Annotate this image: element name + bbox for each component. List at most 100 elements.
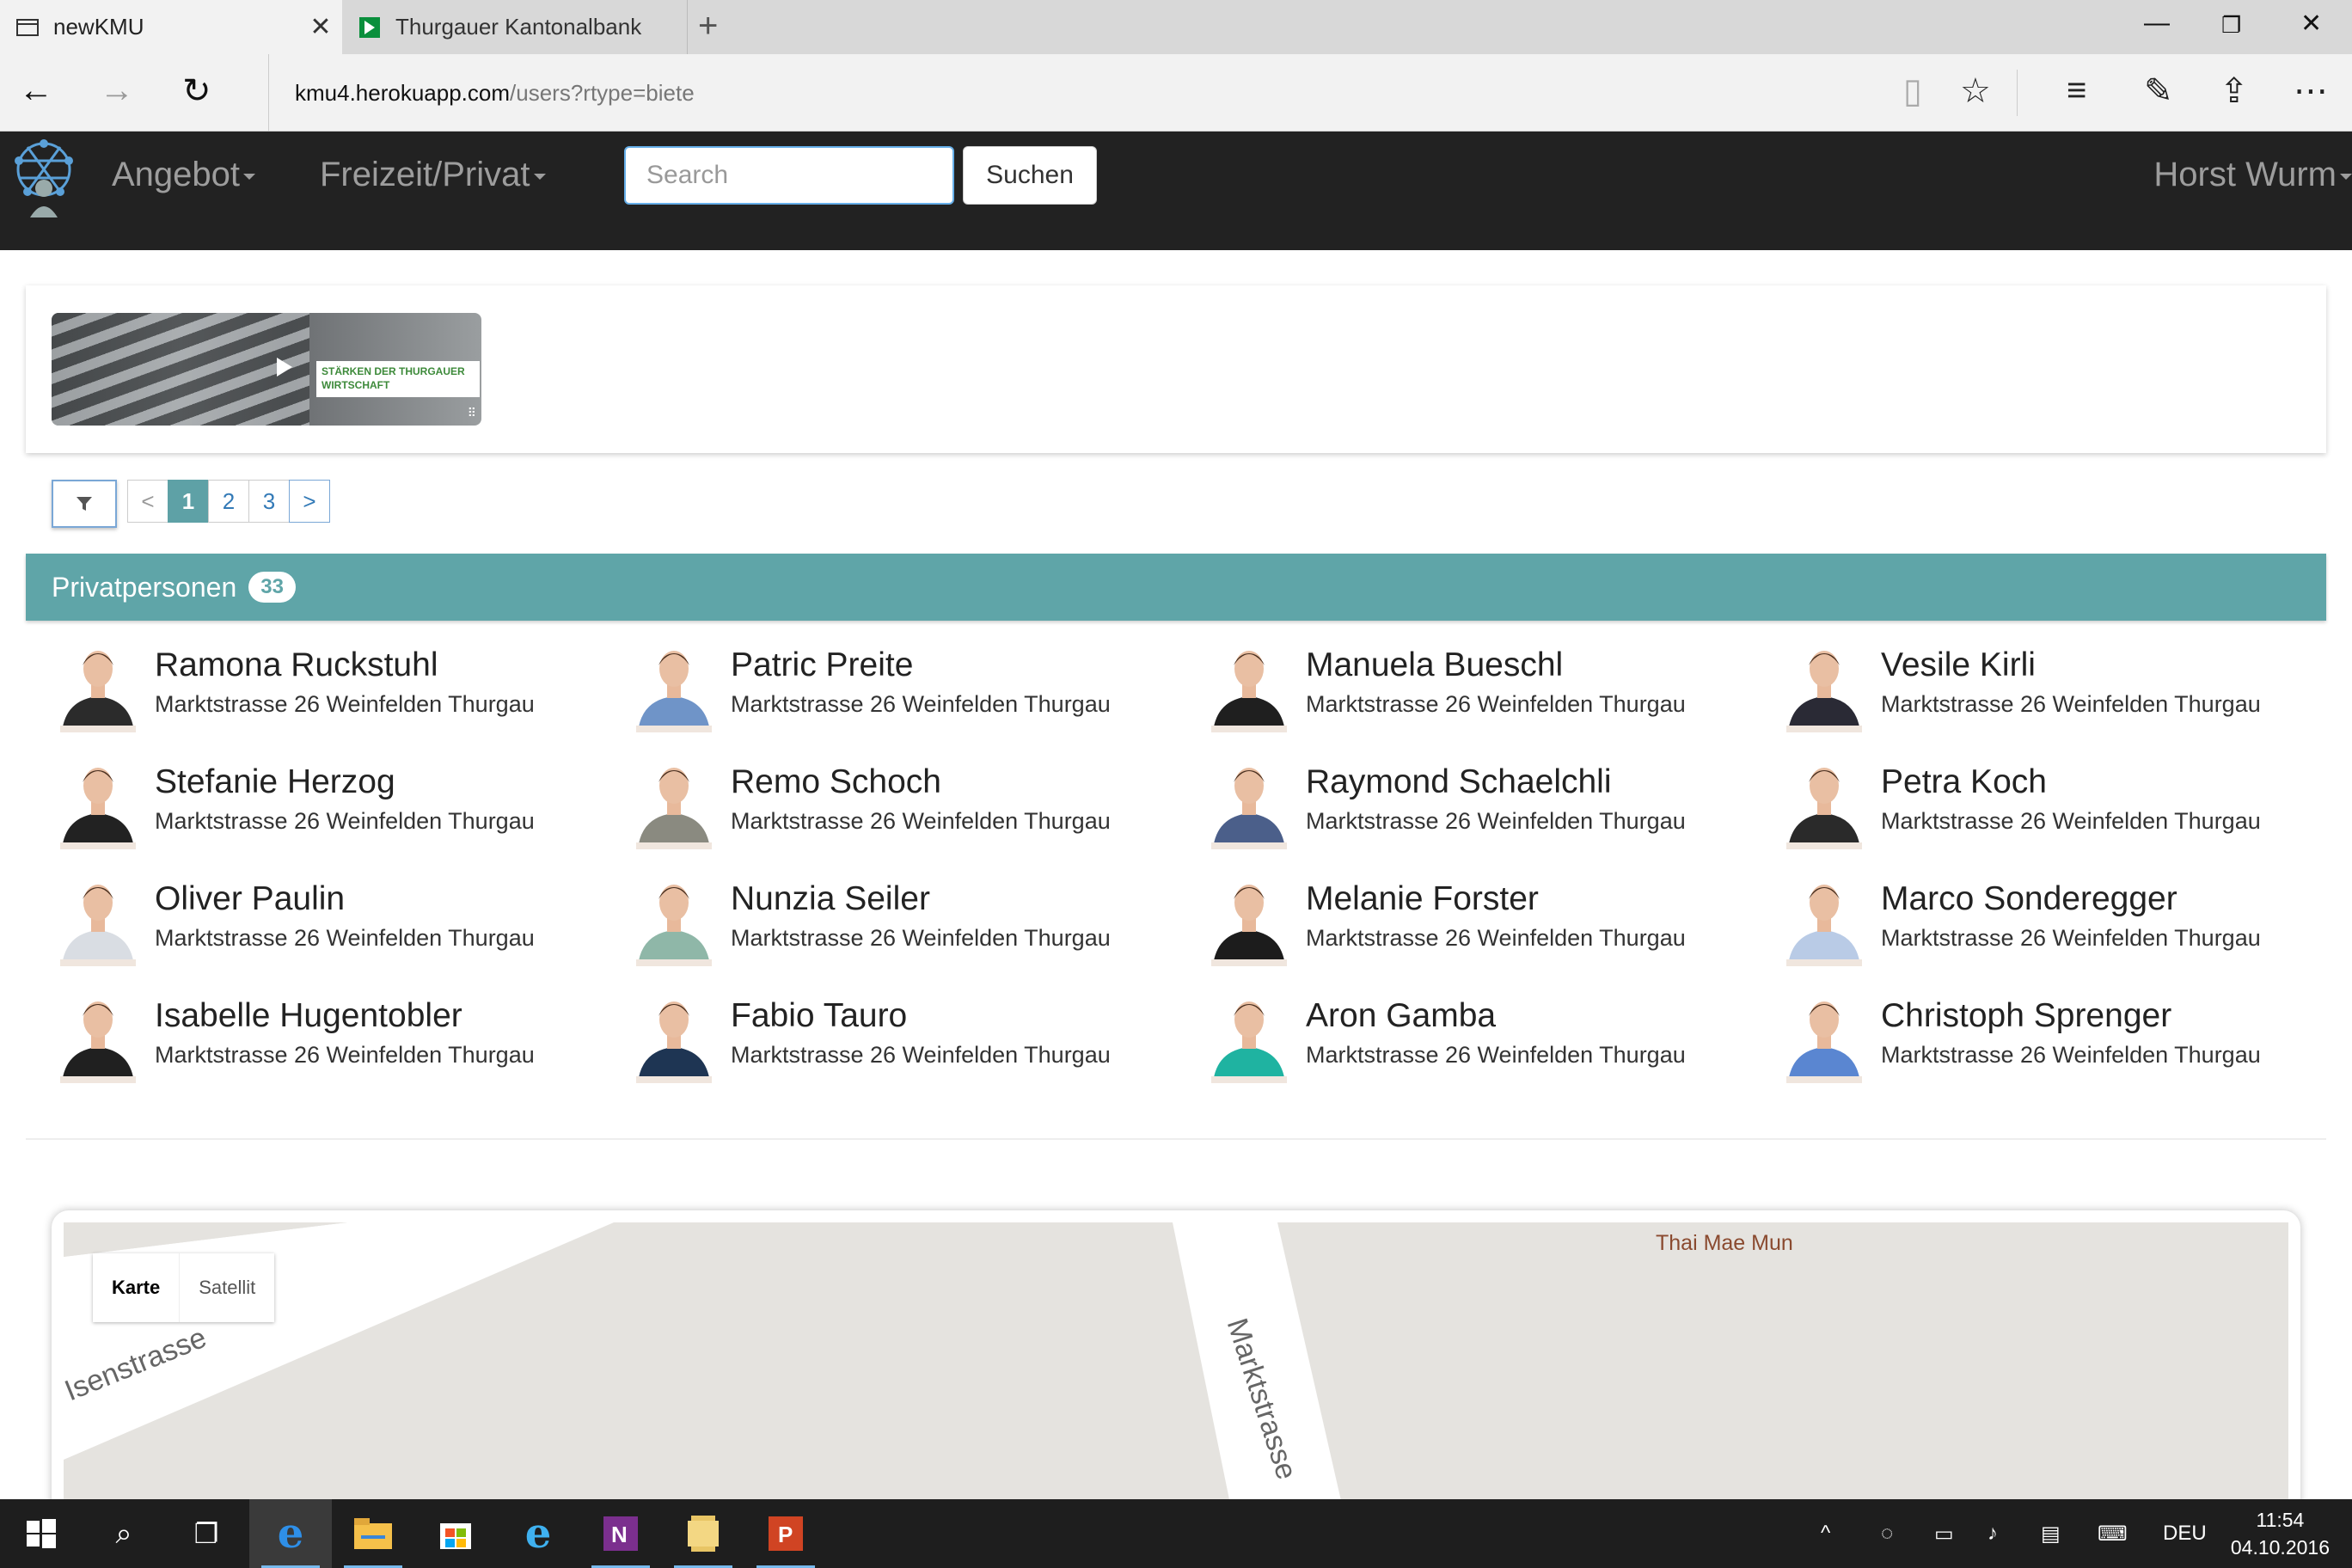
person-name[interactable]: Isabelle Hugentobler	[155, 997, 462, 1035]
person-name[interactable]: Raymond Schaelchli	[1306, 763, 1612, 801]
person-name[interactable]: Nunzia Seiler	[731, 880, 930, 918]
person-name[interactable]: Vesile Kirli	[1881, 646, 2036, 684]
back-icon[interactable]: ←	[19, 71, 53, 110]
page-prev[interactable]: <	[127, 480, 168, 523]
video-banner[interactable]: STÄRKEN DER THURGAUER WIRTSCHAFT ⠿	[52, 313, 481, 426]
person-name[interactable]: Oliver Paulin	[155, 880, 345, 918]
file-explorer-icon[interactable]	[332, 1499, 414, 1568]
language-indicator[interactable]: DEU	[2163, 1499, 2207, 1568]
reading-view-icon[interactable]: ▯	[1903, 71, 1922, 111]
keyboard-icon[interactable]: ⌨	[2098, 1499, 2128, 1568]
person-card[interactable]: Remo Schoch Marktstrasse 26 Weinfelden Th…	[602, 738, 1169, 849]
forward-icon[interactable]: →	[100, 71, 134, 110]
search-input[interactable]	[624, 146, 954, 205]
person-card[interactable]: Ramona Ruckstuhl Marktstrasse 26 Weinfeld…	[26, 621, 593, 732]
clock[interactable]: 11:54 04.10.2016	[2231, 1506, 2330, 1561]
tab-newkmu[interactable]: newKMU ✕	[0, 0, 342, 54]
person-card[interactable]: Raymond Schaelchli Marktstrasse 26 Weinfe…	[1177, 738, 1744, 849]
search-button[interactable]: Suchen	[963, 146, 1097, 205]
person-card[interactable]: Petra Koch Marktstrasse 26 Weinfelden Thu…	[1752, 738, 2319, 849]
edge-icon[interactable]: e	[249, 1499, 332, 1568]
person-name[interactable]: Manuela Bueschl	[1306, 646, 1563, 684]
person-name[interactable]: Aron Gamba	[1306, 997, 1496, 1035]
network-logo-icon[interactable]	[2, 135, 86, 219]
volume-icon[interactable]: ♪	[1988, 1499, 1998, 1568]
person-name[interactable]: Patric Preite	[731, 646, 913, 684]
avatar[interactable]	[633, 760, 715, 849]
page-next[interactable]: >	[289, 480, 330, 523]
share-icon[interactable]: ⇪	[2220, 71, 2249, 111]
avatar[interactable]	[633, 994, 715, 1083]
person-card[interactable]: Manuela Bueschl Marktstrasse 26 Weinfelde…	[1177, 621, 1744, 732]
avatar[interactable]	[57, 760, 139, 849]
avatar[interactable]	[1783, 877, 1865, 966]
action-center-icon[interactable]: ▤	[2041, 1499, 2061, 1568]
poi-label[interactable]: Thai Mae Mun	[1656, 1231, 1793, 1256]
person-card[interactable]: Isabelle Hugentobler Marktstrasse 26 Wein…	[26, 971, 593, 1083]
nav-angebot[interactable]: Angebot	[112, 156, 256, 194]
person-card[interactable]: Patric Preite Marktstrasse 26 Weinfelden …	[602, 621, 1169, 732]
page-1[interactable]: 1	[168, 480, 209, 523]
person-card[interactable]: Fabio Tauro Marktstrasse 26 Weinfelden Th…	[602, 971, 1169, 1083]
person-name[interactable]: Petra Koch	[1881, 763, 2047, 801]
close-tab-icon[interactable]: ✕	[299, 12, 342, 42]
person-name[interactable]: Fabio Tauro	[731, 997, 907, 1035]
internet-explorer-icon[interactable]: e	[497, 1499, 579, 1568]
avatar[interactable]	[1208, 643, 1290, 732]
task-view-icon[interactable]: ❐	[165, 1499, 248, 1568]
page-3[interactable]: 3	[248, 480, 290, 523]
avatar[interactable]	[1783, 994, 1865, 1083]
search-icon[interactable]: ⌕	[83, 1499, 165, 1568]
person-name[interactable]: Melanie Forster	[1306, 880, 1539, 918]
store-icon[interactable]	[414, 1499, 497, 1568]
page-2[interactable]: 2	[208, 480, 249, 523]
folder-icon[interactable]	[662, 1499, 744, 1568]
avatar[interactable]	[633, 877, 715, 966]
play-icon[interactable]	[277, 358, 292, 377]
more-icon[interactable]: ⋯	[2294, 71, 2328, 111]
person-card[interactable]: Marco Sonderegger Marktstrasse 26 Weinfel…	[1752, 854, 2319, 966]
new-tab-icon[interactable]: +	[698, 7, 718, 46]
url-field[interactable]: kmu4.herokuapp.com/users?rtype=biete	[268, 54, 695, 132]
expand-icon[interactable]: ⠿	[468, 406, 476, 420]
map-type-karte[interactable]: Karte	[93, 1253, 181, 1322]
person-card[interactable]: Christoph Sprenger Marktstrasse 26 Weinfe…	[1752, 971, 2319, 1083]
avatar[interactable]	[57, 643, 139, 732]
restore-icon[interactable]: ❐	[2221, 12, 2241, 39]
minimize-icon[interactable]: —	[2144, 9, 2170, 38]
tab-thurgauer-kantonalbank[interactable]: Thurgauer Kantonalbank	[342, 0, 688, 54]
person-card[interactable]: Nunzia Seiler Marktstrasse 26 Weinfelden …	[602, 854, 1169, 966]
person-card[interactable]: Oliver Paulin Marktstrasse 26 Weinfelden …	[26, 854, 593, 966]
onenote-icon[interactable]: N	[579, 1499, 662, 1568]
person-name[interactable]: Christoph Sprenger	[1881, 997, 2171, 1035]
window-close-icon[interactable]: ✕	[2300, 9, 2322, 39]
avatar[interactable]	[57, 877, 139, 966]
person-name[interactable]: Ramona Ruckstuhl	[155, 646, 438, 684]
user-menu[interactable]: Horst Wurm	[2153, 156, 2352, 194]
avatar[interactable]	[1783, 760, 1865, 849]
person-card[interactable]: Vesile Kirli Marktstrasse 26 Weinfelden T…	[1752, 621, 2319, 732]
network-icon[interactable]: ◌	[1881, 1499, 1893, 1568]
web-note-icon[interactable]: ✎	[2144, 71, 2173, 111]
filter-button[interactable]	[52, 480, 117, 528]
person-card[interactable]: Aron Gamba Marktstrasse 26 Weinfelden Thu…	[1177, 971, 1744, 1083]
map-type-satellit[interactable]: Satellit	[180, 1253, 274, 1322]
hub-icon[interactable]: ≡	[2067, 71, 2086, 110]
avatar[interactable]	[1783, 643, 1865, 732]
windows-start-icon[interactable]	[0, 1499, 83, 1568]
powerpoint-icon[interactable]: P	[744, 1499, 827, 1568]
favorite-star-icon[interactable]: ☆	[1960, 71, 1991, 111]
tray-chevron-icon[interactable]: ^	[1821, 1499, 1830, 1568]
avatar[interactable]	[57, 994, 139, 1083]
person-name[interactable]: Stefanie Herzog	[155, 763, 395, 801]
person-name[interactable]: Remo Schoch	[731, 763, 941, 801]
avatar[interactable]	[1208, 994, 1290, 1083]
battery-icon[interactable]: ▭	[1934, 1499, 1954, 1568]
avatar[interactable]	[633, 643, 715, 732]
avatar[interactable]	[1208, 877, 1290, 966]
refresh-icon[interactable]: ↻	[182, 71, 211, 111]
person-card[interactable]: Melanie Forster Marktstrasse 26 Weinfelde…	[1177, 854, 1744, 966]
person-card[interactable]: Stefanie Herzog Marktstrasse 26 Weinfelde…	[26, 738, 593, 849]
nav-freizeit-privat[interactable]: Freizeit/Privat	[320, 156, 546, 194]
person-name[interactable]: Marco Sonderegger	[1881, 880, 2177, 918]
